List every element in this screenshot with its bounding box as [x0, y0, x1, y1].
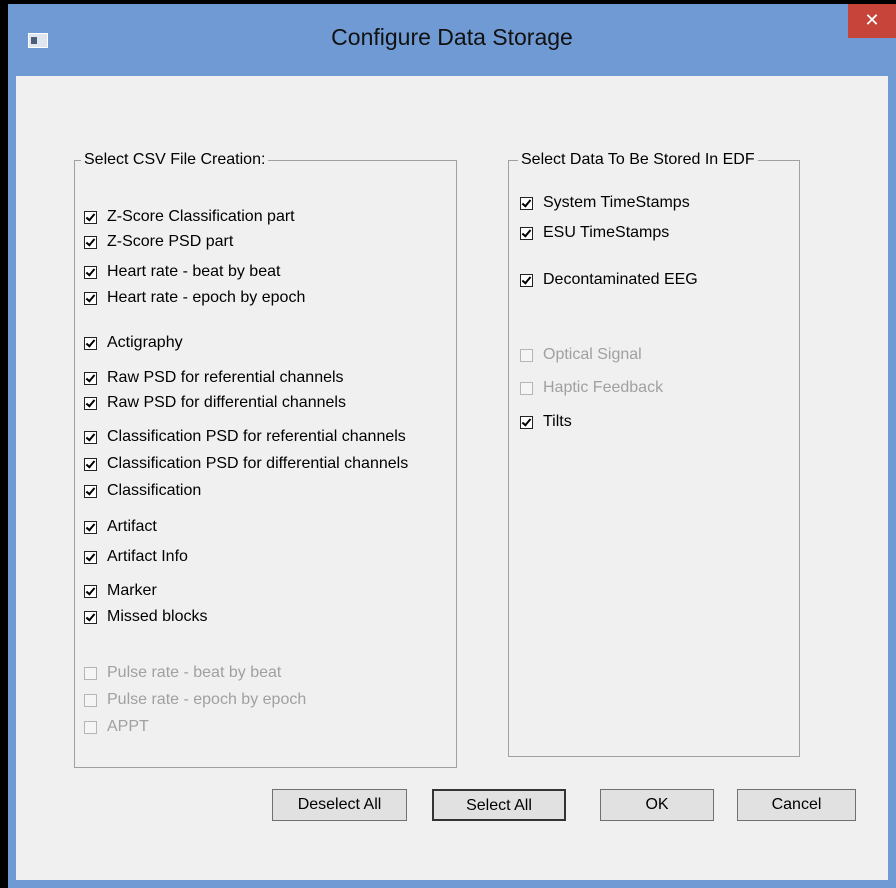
checkbox-label: Missed blocks	[107, 608, 208, 625]
checkmark-icon[interactable]	[520, 415, 533, 429]
checkbox-empty-icon	[520, 381, 533, 395]
edf-group-checkbox-0[interactable]: System TimeStamps	[520, 194, 690, 212]
checkmark-icon[interactable]	[84, 371, 97, 385]
deselect-all-button[interactable]: Deselect All	[272, 789, 407, 821]
csv-group-checkbox-13[interactable]: Missed blocks	[84, 608, 207, 626]
csv-group-checkbox-7[interactable]: Classification PSD for referential chann…	[84, 428, 406, 446]
checkbox-label: Artifact	[107, 518, 157, 535]
checkbox-label: System TimeStamps	[543, 194, 690, 211]
checkmark-icon[interactable]	[84, 584, 97, 598]
cancel-button[interactable]: Cancel	[737, 789, 856, 821]
checkbox-label: Actigraphy	[107, 334, 183, 351]
checkbox-label: Z-Score Classification part	[107, 208, 295, 225]
checkbox-empty-icon	[84, 666, 97, 680]
csv-group-checkbox-2[interactable]: Heart rate - beat by beat	[84, 263, 280, 281]
checkbox-empty-icon	[84, 693, 97, 707]
csv-group-checkbox-6[interactable]: Raw PSD for differential channels	[84, 394, 346, 412]
csv-group-checkbox-5[interactable]: Raw PSD for referential channels	[84, 369, 344, 387]
checkbox-empty-icon	[84, 720, 97, 734]
edf-group-checkbox-4: Haptic Feedback	[520, 379, 663, 397]
csv-group-checkbox-9[interactable]: Classification	[84, 482, 201, 500]
checkbox-label: Pulse rate - epoch by epoch	[107, 691, 307, 708]
checkmark-icon[interactable]	[84, 396, 97, 410]
csv-group-checkbox-16: APPT	[84, 718, 149, 736]
checkbox-empty-icon	[520, 348, 533, 362]
dialog-body: Select CSV File Creation: Select Data To…	[16, 76, 888, 888]
close-button[interactable]: ✕	[848, 4, 896, 38]
checkmark-icon[interactable]	[84, 291, 97, 305]
edf-group-legend: Select Data To Be Stored In EDF	[518, 151, 758, 169]
checkmark-icon[interactable]	[84, 550, 97, 564]
checkmark-icon[interactable]	[84, 484, 97, 498]
edf-group-checkbox-2[interactable]: Decontaminated EEG	[520, 271, 698, 289]
select-all-button[interactable]: Select All	[432, 789, 566, 821]
csv-group-checkbox-4[interactable]: Actigraphy	[84, 334, 183, 352]
checkmark-icon[interactable]	[84, 520, 97, 534]
checkbox-label: Decontaminated EEG	[543, 271, 698, 288]
checkbox-label: Pulse rate - beat by beat	[107, 664, 282, 681]
csv-group-checkbox-10[interactable]: Artifact	[84, 518, 157, 536]
checkbox-label: Classification PSD for differential chan…	[107, 455, 409, 472]
checkmark-icon[interactable]	[84, 610, 97, 624]
checkbox-label: Raw PSD for referential channels	[107, 369, 344, 386]
configure-data-storage-dialog: Configure Data Storage ✕ Select CSV File…	[8, 0, 896, 888]
dialog-title: Configure Data Storage	[331, 24, 573, 50]
edf-group-checkbox-5[interactable]: Tilts	[520, 413, 572, 431]
csv-group-legend: Select CSV File Creation:	[81, 151, 269, 169]
checkbox-label: Heart rate - epoch by epoch	[107, 289, 306, 306]
csv-group-checkbox-15: Pulse rate - epoch by epoch	[84, 691, 306, 709]
checkbox-label: Heart rate - beat by beat	[107, 263, 281, 280]
csv-group-checkbox-11[interactable]: Artifact Info	[84, 548, 188, 566]
checkbox-label: ESU TimeStamps	[543, 224, 670, 241]
checkmark-icon[interactable]	[84, 265, 97, 279]
csv-group-checkbox-14: Pulse rate - beat by beat	[84, 664, 281, 682]
checkmark-icon[interactable]	[520, 226, 533, 240]
checkbox-label: APPT	[107, 718, 149, 735]
checkbox-label: Classification PSD for referential chann…	[107, 428, 406, 445]
checkmark-icon[interactable]	[84, 235, 97, 249]
checkbox-label: Optical Signal	[543, 346, 642, 363]
checkmark-icon[interactable]	[520, 273, 533, 287]
checkbox-label: Tilts	[543, 413, 572, 430]
title-bar[interactable]: Configure Data Storage ✕	[8, 0, 896, 76]
ok-button[interactable]: OK	[600, 789, 714, 821]
edf-storage-group: Select Data To Be Stored In EDF	[508, 151, 800, 757]
checkbox-label: Haptic Feedback	[543, 379, 664, 396]
edf-group-checkbox-3: Optical Signal	[520, 346, 642, 364]
checkmark-icon[interactable]	[84, 430, 97, 444]
checkbox-label: Z-Score PSD part	[107, 233, 234, 250]
csv-group-checkbox-3[interactable]: Heart rate - epoch by epoch	[84, 289, 305, 307]
checkmark-icon[interactable]	[84, 210, 97, 224]
csv-group-checkbox-1[interactable]: Z-Score PSD part	[84, 233, 233, 251]
edf-group-checkbox-1[interactable]: ESU TimeStamps	[520, 224, 669, 242]
checkbox-label: Raw PSD for differential channels	[107, 394, 346, 411]
csv-group-checkbox-12[interactable]: Marker	[84, 582, 157, 600]
checkbox-label: Marker	[107, 582, 157, 599]
csv-group-checkbox-8[interactable]: Classification PSD for differential chan…	[84, 455, 408, 473]
checkmark-icon[interactable]	[84, 336, 97, 350]
checkmark-icon[interactable]	[84, 457, 97, 471]
csv-group-checkbox-0[interactable]: Z-Score Classification part	[84, 208, 295, 226]
checkbox-label: Classification	[107, 482, 202, 499]
checkmark-icon[interactable]	[520, 196, 533, 210]
checkbox-label: Artifact Info	[107, 548, 188, 565]
